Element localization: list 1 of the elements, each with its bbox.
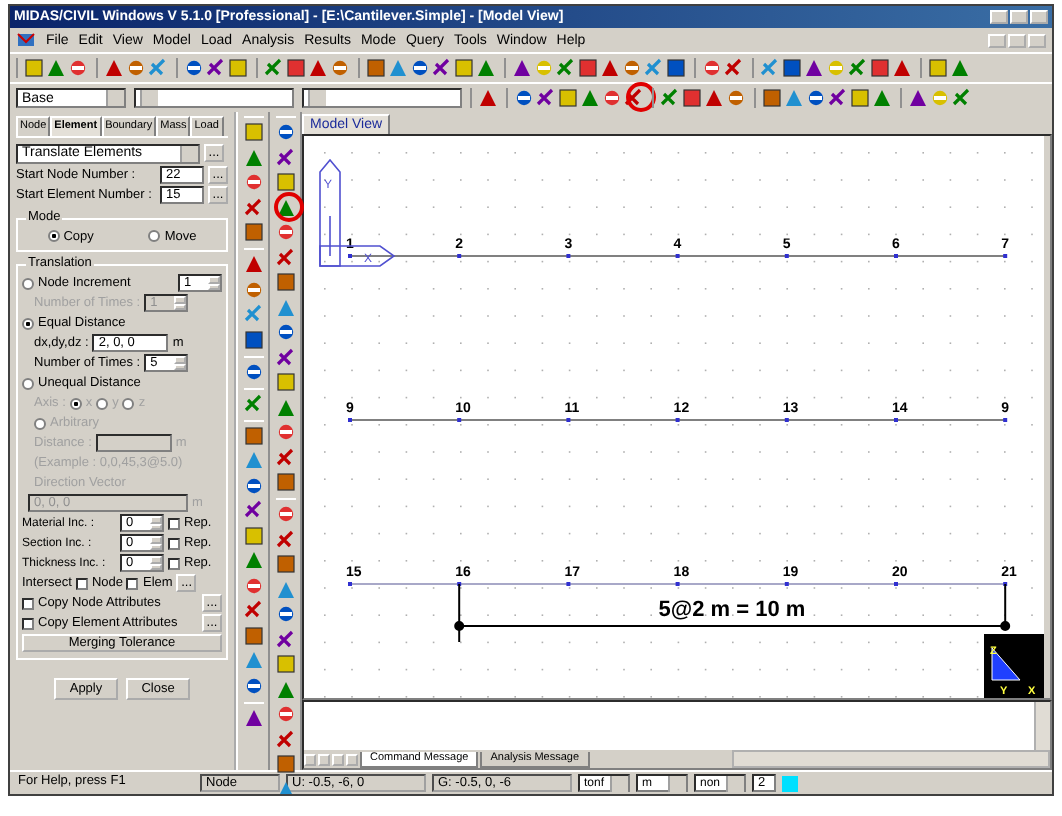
dimension-label: 5@2 m = 10 m: [658, 598, 806, 622]
